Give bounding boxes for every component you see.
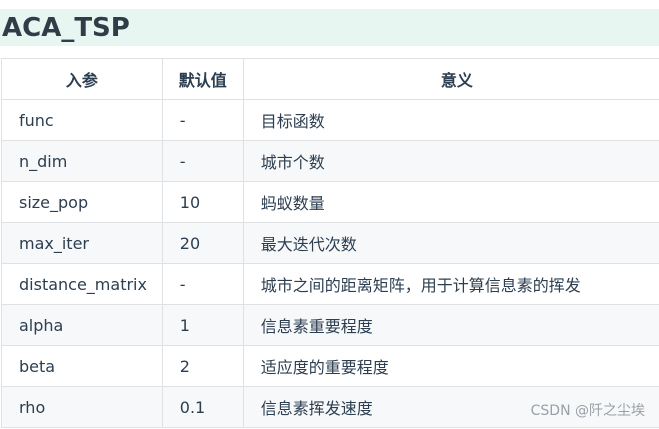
document-page: ACA_TSP 入参 默认值 意义 func - 目标函数 n_dim - 城市… — [0, 0, 659, 429]
param-name: distance_matrix — [1, 263, 163, 305]
param-name: func — [1, 99, 163, 141]
param-default: 20 — [161, 222, 244, 264]
param-default: 0.1 — [161, 386, 244, 428]
table-row: beta 2 适应度的重要程度 — [1, 345, 659, 387]
param-default: - — [161, 99, 244, 141]
param-name: rho — [1, 386, 163, 428]
table-row: max_iter 20 最大迭代次数 — [1, 222, 659, 264]
param-name: n_dim — [1, 140, 163, 182]
param-default: 10 — [161, 181, 244, 223]
header-param: 入参 — [1, 58, 163, 100]
header-default: 默认值 — [161, 58, 244, 100]
param-default: - — [161, 263, 244, 305]
param-meaning: 最大迭代次数 — [242, 222, 659, 264]
table-row: func - 目标函数 — [1, 99, 659, 141]
header-meaning: 意义 — [242, 58, 659, 100]
param-name: max_iter — [1, 222, 163, 264]
param-name: beta — [1, 345, 163, 387]
table-row: distance_matrix - 城市之间的距离矩阵，用于计算信息素的挥发 — [1, 263, 659, 305]
param-meaning: 城市个数 — [242, 140, 659, 182]
parameter-table: 入参 默认值 意义 func - 目标函数 n_dim - 城市个数 size_… — [1, 58, 659, 428]
section-heading: ACA_TSP — [2, 13, 130, 43]
table-row: size_pop 10 蚂蚁数量 — [1, 181, 659, 223]
param-meaning: 蚂蚁数量 — [242, 181, 659, 223]
param-meaning: 城市之间的距离矩阵，用于计算信息素的挥发 — [242, 263, 659, 305]
table-row: n_dim - 城市个数 — [1, 140, 659, 182]
param-default: - — [161, 140, 244, 182]
param-default: 1 — [161, 304, 244, 346]
watermark: CSDN @阡之尘埃 — [530, 403, 645, 419]
param-meaning: 信息素重要程度 — [242, 304, 659, 346]
table-header-row: 入参 默认值 意义 — [1, 58, 659, 100]
param-name: size_pop — [1, 181, 163, 223]
param-meaning: 目标函数 — [242, 99, 659, 141]
param-name: alpha — [1, 304, 163, 346]
param-meaning: 适应度的重要程度 — [242, 345, 659, 387]
param-default: 2 — [161, 345, 244, 387]
table-row: alpha 1 信息素重要程度 — [1, 304, 659, 346]
